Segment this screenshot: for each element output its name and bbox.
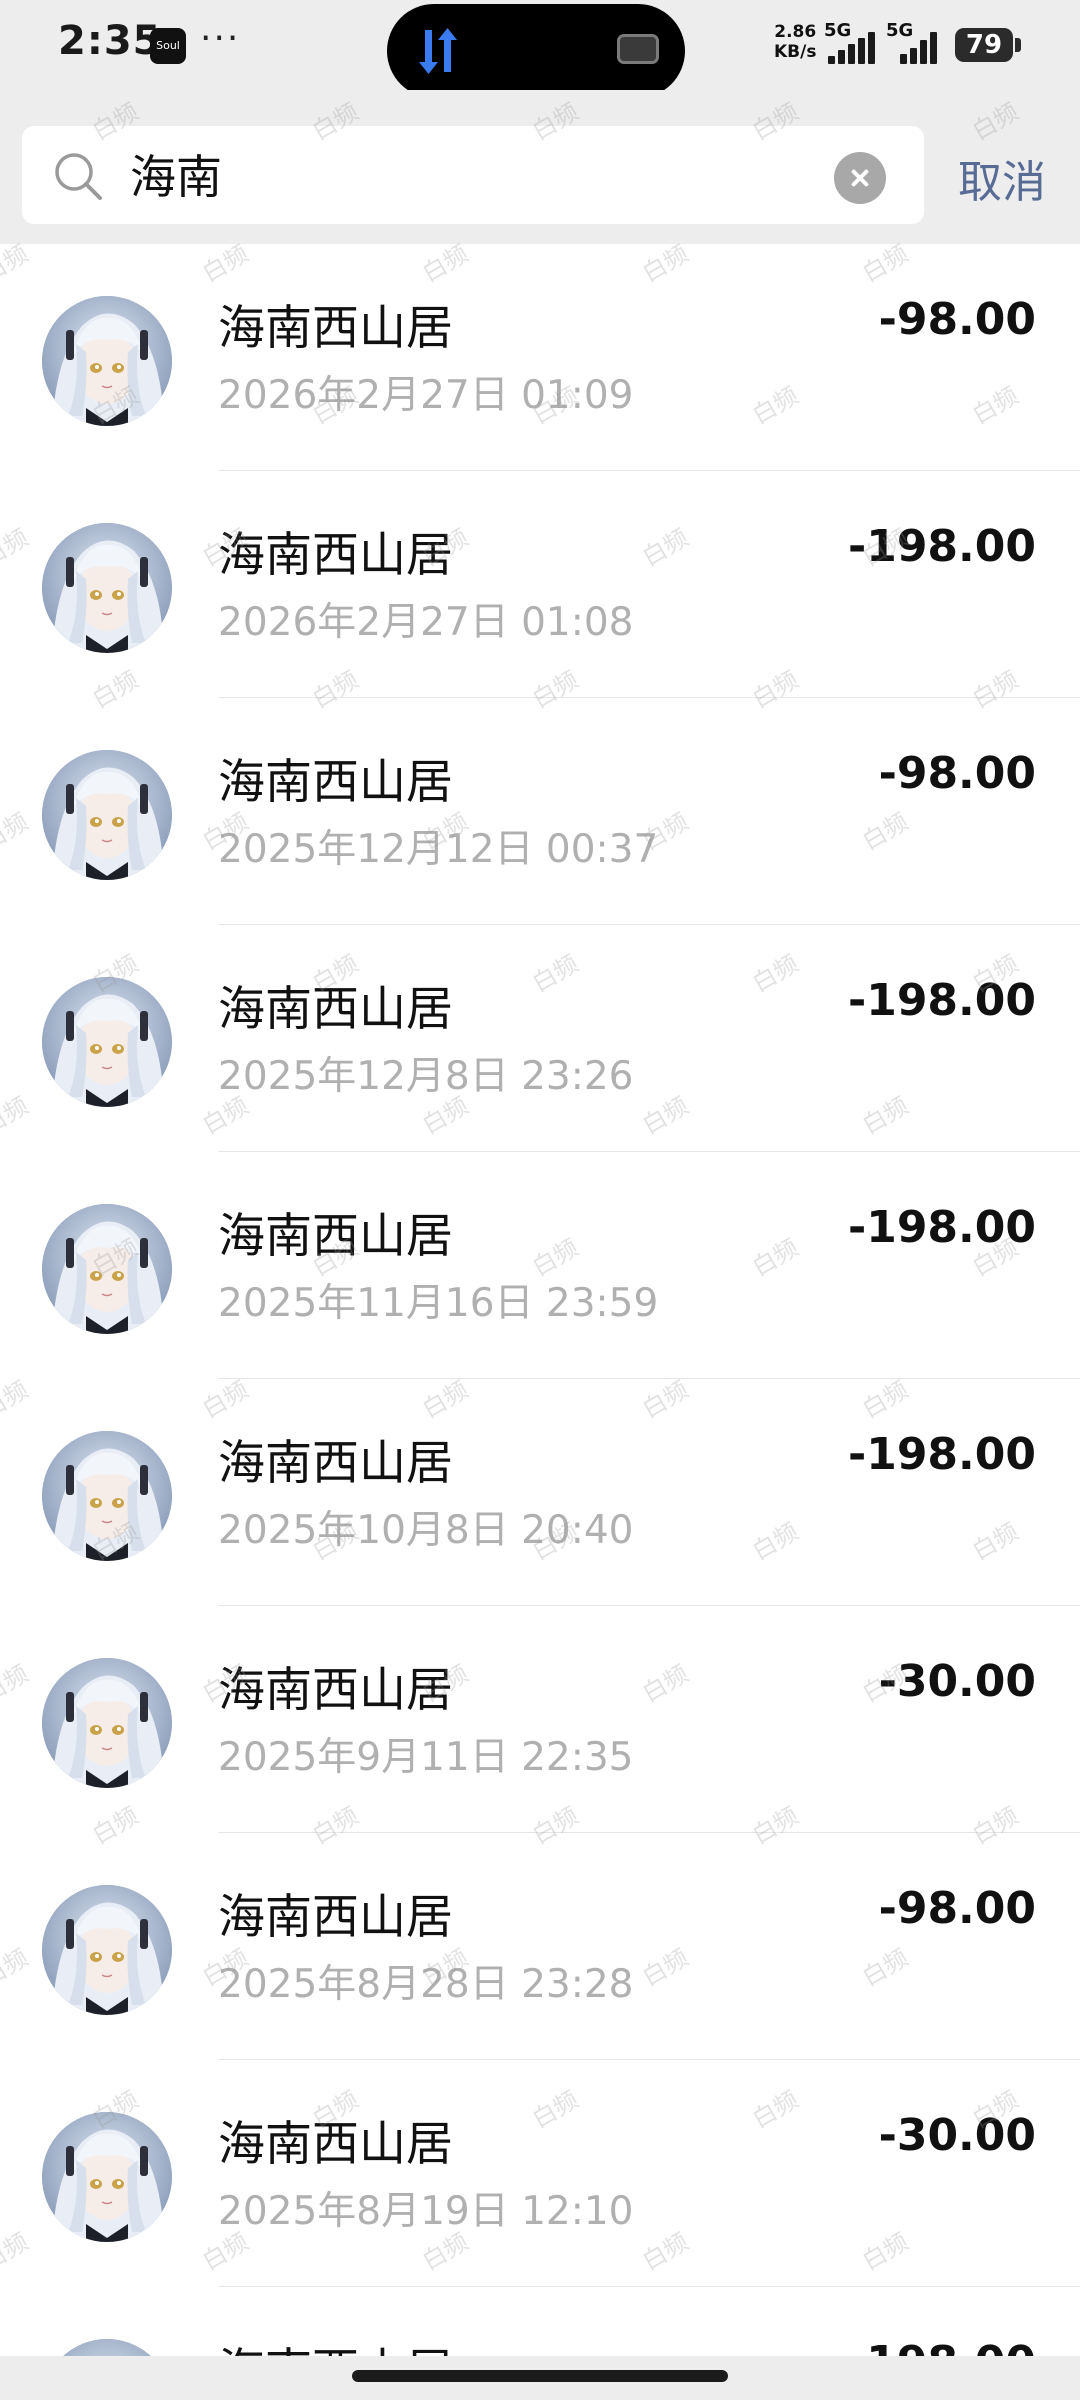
merchant-name: 海南西山居 (218, 301, 453, 356)
network-speed-unit: KB/s (774, 42, 817, 62)
search-bar: 取消 (0, 90, 1080, 244)
avatar (42, 977, 172, 1107)
result-item[interactable]: 海南西山居 2025年8月28日 23:28 -98.00 (0, 1833, 1080, 2060)
signal-strength-icon-2 (898, 24, 948, 64)
avatar (42, 1204, 172, 1334)
merchant-name: 海南西山居 (218, 755, 453, 810)
merchant-name: 海南西山居 (218, 1890, 453, 1945)
more-notifications-icon: ··· (200, 18, 241, 59)
avatar (42, 296, 172, 426)
transaction-amount: -98.00 (878, 294, 1036, 345)
merchant-name: 海南西山居 (218, 1436, 453, 1491)
status-bar: 2:35 Soul ··· 2.86 KB/s 5G 5G 79 (0, 0, 1080, 98)
transaction-amount: -198.00 (847, 975, 1036, 1026)
result-item[interactable]: 海南西山居 2025年10月8日 20:40 -198.00 (0, 1379, 1080, 1606)
transaction-amount: -98.00 (878, 1883, 1036, 1934)
transaction-amount: -98.00 (878, 748, 1036, 799)
search-input[interactable] (130, 142, 830, 206)
avatar (42, 1431, 172, 1561)
search-icon (55, 153, 102, 200)
result-item[interactable]: 海南西山居 2025年11月16日 23:59 -198.00 (0, 1152, 1080, 1379)
result-item[interactable]: 海南西山居 2025年12月12日 00:37 -98.00 (0, 698, 1080, 925)
cancel-button[interactable]: 取消 (958, 146, 1046, 210)
transaction-date: 2025年11月16日 23:59 (218, 1281, 659, 1326)
merchant-name: 海南西山居 (218, 1209, 453, 1264)
transaction-date: 2025年8月28日 23:28 (218, 1962, 634, 2007)
avatar (42, 523, 172, 653)
result-item[interactable]: 海南西山居 2025年8月19日 12:10 -30.00 (0, 2060, 1080, 2287)
transaction-date: 2025年9月11日 22:35 (218, 1735, 634, 1780)
merchant-name: 海南西山居 (218, 982, 453, 1037)
home-indicator[interactable] (352, 2370, 728, 2382)
data-transfer-icon (419, 28, 457, 74)
dynamic-island[interactable] (387, 4, 685, 98)
signal-strength-icon-1 (824, 24, 884, 64)
search-results-list: 海南西山居 2026年2月27日 01:09 -98.00 海南西山居 2026年2月… (0, 244, 1080, 2400)
soul-app-icon: Soul (150, 28, 186, 64)
search-box[interactable] (22, 126, 924, 224)
transaction-date: 2025年12月8日 23:26 (218, 1054, 634, 1099)
result-item[interactable]: 海南西山居 2026年2月27日 01:08 -198.00 (0, 471, 1080, 698)
merchant-name: 海南西山居 (218, 528, 453, 583)
result-item[interactable]: 海南西山居 2025年12月8日 23:26 -198.00 (0, 925, 1080, 1152)
navigation-bar (0, 2356, 1080, 2400)
network-speed-value: 2.86 (774, 22, 817, 42)
result-item[interactable]: 海南西山居 2026年2月27日 01:09 -98.00 (0, 244, 1080, 471)
transaction-amount: -198.00 (847, 1202, 1036, 1253)
result-item[interactable]: 海南西山居 2025年9月11日 22:35 -30.00 (0, 1606, 1080, 1833)
transaction-amount: -30.00 (878, 2110, 1036, 2161)
transaction-amount: -30.00 (878, 1656, 1036, 1707)
merchant-name: 海南西山居 (218, 2117, 453, 2172)
transaction-date: 2025年12月12日 00:37 (218, 827, 659, 872)
merchant-name: 海南西山居 (218, 1663, 453, 1718)
screen-mirror-icon (617, 34, 659, 64)
transaction-date: 2026年2月27日 01:09 (218, 373, 634, 418)
transaction-date: 2025年10月8日 20:40 (218, 1508, 634, 1553)
network-speed: 2.86 KB/s (774, 22, 816, 62)
transaction-search-screen: 2:35 Soul ··· 2.86 KB/s 5G 5G 79 海南 取消 海… (0, 0, 1080, 2400)
transaction-date: 2026年2月27日 01:08 (218, 600, 634, 645)
avatar (42, 750, 172, 880)
battery-tip (1015, 38, 1021, 52)
battery-icon: 79 (955, 28, 1013, 62)
transaction-date: 2025年8月19日 12:10 (218, 2189, 634, 2234)
transaction-amount: -198.00 (847, 1429, 1036, 1480)
status-time: 2:35 (58, 18, 162, 64)
avatar (42, 1885, 172, 2015)
avatar (42, 2112, 172, 2242)
transaction-amount: -198.00 (847, 521, 1036, 572)
clear-search-icon[interactable] (834, 152, 886, 204)
avatar (42, 1658, 172, 1788)
